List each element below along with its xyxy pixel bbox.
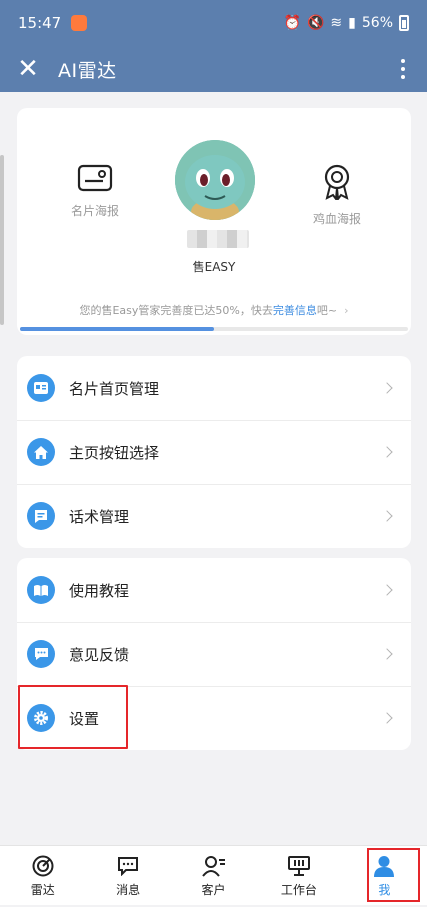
battery-icon [399,15,409,31]
business-card-poster-button[interactable]: 名片海报 [45,164,145,219]
complete-info-link[interactable]: 完善信息 [273,304,317,317]
person-icon [373,854,395,878]
wifi-icon: ≋ [330,15,343,31]
scroll-handle[interactable] [0,155,4,325]
chevron-right-icon [381,648,393,660]
book-icon [27,576,55,604]
nav-label: 雷达 [30,882,55,897]
feedback-icon [27,640,55,668]
card-icon [27,374,55,402]
status-bar: 15:47 ⏰ 🔇 ≋ ▮ 56% [0,0,427,46]
business-card-poster-label: 名片海报 [70,204,119,218]
motivation-poster-label: 鸡血海报 [312,212,361,226]
menu-group-management: 名片首页管理 主页按钮选择 话术管理 [17,356,411,548]
completion-progress-fill [20,327,214,331]
menu-item-label: 使用教程 [69,581,130,600]
menu-group-support: 使用教程 意见反馈 设置 [17,558,411,750]
nav-label: 工作台 [280,882,317,897]
avatar[interactable] [175,140,255,220]
menu-item-tutorial[interactable]: 使用教程 [17,558,411,622]
nav-label: 消息 [116,882,141,897]
menu-item-label: 意见反馈 [69,645,130,664]
home-icon [27,438,55,466]
nav-item-radar[interactable]: 雷达 [0,846,85,905]
chevron-right-icon [381,712,393,724]
signal-icon: ▮ [348,15,356,31]
username-blurred [187,230,249,248]
menu-item-card-homepage[interactable]: 名片首页管理 [17,356,411,420]
gear-icon [27,704,55,732]
menu-item-label: 话术管理 [69,507,130,526]
notification-app-icon [71,15,88,31]
progress-text-prefix: 您的售Easy管家完善度已达50%，快去 [79,304,273,317]
nav-label: 我 [378,882,391,897]
nav-item-workbench[interactable]: 工作台 [256,846,341,905]
chevron-right-icon [381,382,393,394]
menu-item-settings[interactable]: 设置 [17,686,411,750]
completion-progress-bar [20,327,408,331]
battery-percent: 56% [361,15,393,31]
mute-icon: 🔇 [306,15,325,31]
nav-label: 客户 [201,882,226,897]
chevron-right-icon [381,584,393,596]
menu-item-script-management[interactable]: 话术管理 [17,484,411,548]
bottom-nav: 雷达 消息 客户 工作台 我 [0,845,427,905]
business-card-icon [77,164,113,192]
menu-item-label: 主页按钮选择 [69,443,160,462]
chevron-right-icon [381,446,393,458]
profile-card: 名片海报 售EASY 鸡血海报 您的售Easy管家完善度已达50%，快去完善信息… [17,108,411,335]
menu-item-label: 设置 [69,709,100,728]
close-icon[interactable]: ✕ [14,56,42,82]
menu-item-homepage-buttons[interactable]: 主页按钮选择 [17,420,411,484]
motivation-poster-button[interactable]: 鸡血海报 [287,164,387,227]
nav-item-me[interactable]: 我 [342,846,427,905]
menu-item-feedback[interactable]: 意见反馈 [17,622,411,686]
menu-item-label: 名片首页管理 [69,379,160,398]
company-name: 售EASY [192,260,236,274]
status-icons: ⏰ 🔇 ≋ ▮ 56% [284,15,409,31]
chevron-right-icon [381,510,393,522]
customer-icon [201,854,226,878]
avatar-image [175,140,255,220]
workbench-icon [287,854,311,878]
progress-text-suffix: 吧~ [316,304,338,317]
nav-item-messages[interactable]: 消息 [85,846,170,905]
title-bar: ✕ AI雷达 [0,46,427,92]
script-icon [27,502,55,530]
chevron-right-icon: › [340,304,349,317]
completion-progress-text: 您的售Easy管家完善度已达50%，快去完善信息吧~ › [17,302,411,318]
radar-icon [32,854,54,878]
more-vertical-icon[interactable] [393,59,413,79]
message-icon [117,854,139,878]
nav-item-customers[interactable]: 客户 [171,846,256,905]
alarm-icon: ⏰ [283,15,301,31]
page-title: AI雷达 [58,59,117,82]
status-time: 15:47 [18,14,62,32]
award-icon [324,164,350,200]
